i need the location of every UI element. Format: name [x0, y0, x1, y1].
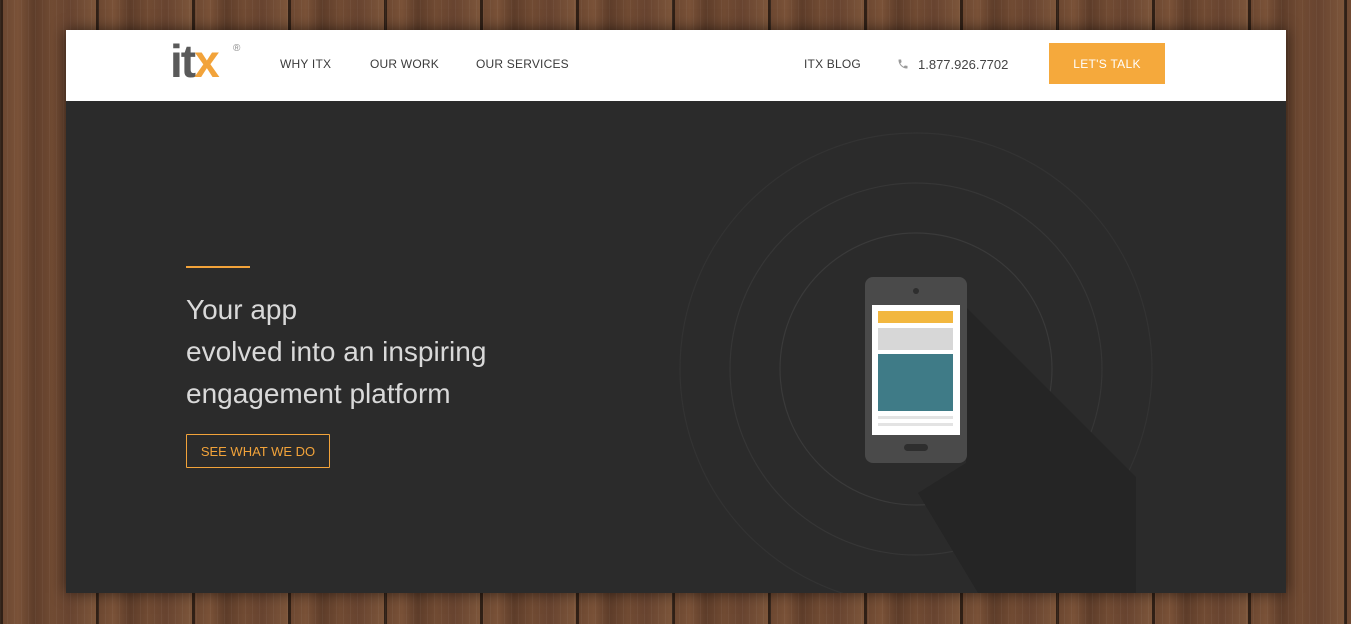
page-frame: itx ® WHY ITX OUR WORK OUR SERVICES ITX …: [66, 30, 1286, 593]
hero-line-3: engagement platform: [186, 378, 451, 409]
hero-line-1: Your app: [186, 294, 298, 325]
hero-accent-line: [186, 266, 250, 268]
phone-icon: [898, 59, 908, 69]
nav-our-work[interactable]: OUR WORK: [370, 57, 439, 71]
itx-logo[interactable]: itx ®: [170, 35, 240, 87]
phone-number: 1.877.926.7702: [918, 56, 1009, 72]
nav-our-services[interactable]: OUR SERVICES: [476, 57, 569, 71]
lets-talk-button[interactable]: LET'S TALK: [1049, 43, 1165, 84]
see-what-we-do-button[interactable]: SEE WHAT WE DO: [186, 434, 330, 468]
top-navigation-bar: itx ® WHY ITX OUR WORK OUR SERVICES ITX …: [66, 30, 1286, 101]
hero-section: Your app evolved into an inspiring engag…: [66, 101, 1286, 593]
hero-line-2: evolved into an inspiring: [186, 336, 487, 367]
phone-contact[interactable]: 1.877.926.7702: [897, 55, 1008, 73]
smartphone-illustration: [679, 132, 1153, 593]
hero-headline: Your app evolved into an inspiring engag…: [186, 289, 606, 415]
registered-mark: ®: [233, 43, 241, 54]
nav-why-itx[interactable]: WHY ITX: [280, 57, 331, 71]
logo-text-main: it: [170, 35, 196, 87]
nav-itx-blog[interactable]: ITX BLOG: [804, 57, 861, 71]
logo-text-accent: x: [194, 35, 220, 87]
smartphone-icon: [865, 277, 967, 463]
